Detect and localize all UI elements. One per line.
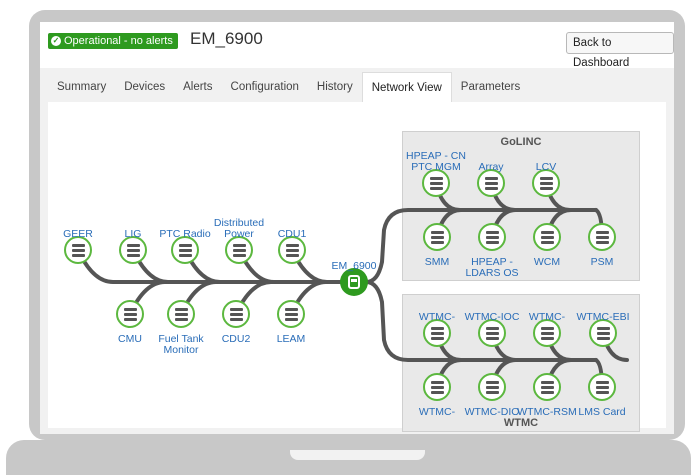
device-label-cdu1[interactable]: CDU1 [278,229,307,240]
server-icon [174,307,188,321]
server-icon [430,380,444,394]
device-label-wtmc-ioc[interactable]: WTMC-IOC [465,312,520,323]
device-label-wcm[interactable]: WCM [534,257,560,268]
server-icon [485,326,499,340]
device-label-lms-card[interactable]: LMS Card [578,407,625,418]
server-icon [485,380,499,394]
server-icon [484,176,498,190]
tab-parameters[interactable]: Parameters [452,72,529,102]
device-node-cdu2[interactable] [222,300,250,328]
device-node-psm[interactable] [588,223,616,251]
network-view-panel: GoLINC WTMC GEER LIG PTC Radio Distribut… [48,102,666,432]
device-label-fuel-tank-monitor[interactable]: Fuel Tank Monitor [151,334,211,356]
device-label-array[interactable]: Array [478,162,503,173]
device-node-array[interactable] [477,169,505,197]
device-label-hpeap-cn[interactable]: HPEAP - CN PTC MGM [406,151,466,173]
page-header: ✓ Operational - no alerts EM_6900 Back t… [40,22,674,69]
device-label-geer[interactable]: GEER [63,229,93,240]
tab-alerts[interactable]: Alerts [174,72,221,102]
device-node-wtmc-dio[interactable] [478,373,506,401]
device-label-wtmc-2[interactable]: WTMC- [529,312,565,323]
device-node-wtmc-rsm[interactable] [533,373,561,401]
tab-bar: Summary Devices Alerts Configuration His… [48,72,529,103]
device-label-lig[interactable]: LIG [125,229,142,240]
device-node-wtmc-2[interactable] [533,319,561,347]
server-icon [430,326,444,340]
device-node-wtmc-3[interactable] [423,373,451,401]
device-node-smm[interactable] [423,223,451,251]
device-node-lcv[interactable] [532,169,560,197]
device-node-wtmc-ebi[interactable] [589,319,617,347]
server-icon [595,380,609,394]
device-node-cmu[interactable] [116,300,144,328]
device-label-psm[interactable]: PSM [591,257,614,268]
back-to-dashboard-button[interactable]: Back to Dashboard [566,32,674,69]
server-icon [539,176,553,190]
hub-node-em-6900[interactable] [340,268,368,296]
tabs-area: Summary Devices Alerts Configuration His… [40,68,674,434]
locomotive-icon [348,275,360,289]
device-label-wtmc-1[interactable]: WTMC- [419,312,455,323]
device-node-lms-card[interactable] [588,373,616,401]
app-window: ✓ Operational - no alerts EM_6900 Back t… [40,22,674,434]
device-label-wtmc-dio[interactable]: WTMC-DIO [465,407,520,418]
device-node-ptc-radio[interactable] [171,236,199,264]
server-icon [429,176,443,190]
tab-devices[interactable]: Devices [115,72,174,102]
device-label-smm[interactable]: SMM [425,257,450,268]
device-node-leam[interactable] [277,300,305,328]
device-node-hpeap-cn[interactable] [422,169,450,197]
server-icon [123,307,137,321]
status-text: Operational - no alerts [64,35,173,47]
server-icon [71,243,85,257]
server-icon [178,243,192,257]
device-label-hpeap-ldars[interactable]: HPEAP - LDARS OS [462,257,522,277]
tab-history[interactable]: History [308,72,362,102]
server-icon [284,307,298,321]
device-node-wtmc-ioc[interactable] [478,319,506,347]
server-icon [540,326,554,340]
device-node-fuel-tank-monitor[interactable] [167,300,195,328]
server-icon [232,243,246,257]
device-label-ptc-radio[interactable]: PTC Radio [159,229,210,240]
check-circle-icon: ✓ [51,36,61,46]
device-node-cdu1[interactable] [278,236,306,264]
server-icon [126,243,140,257]
device-label-lcv[interactable]: LCV [536,162,556,173]
device-node-lig[interactable] [119,236,147,264]
device-node-wcm[interactable] [533,223,561,251]
device-label-leam[interactable]: LEAM [277,334,306,345]
device-node-distributed-power[interactable] [225,236,253,264]
device-label-cdu2[interactable]: CDU2 [222,334,251,345]
tab-configuration[interactable]: Configuration [222,72,308,102]
status-badge: ✓ Operational - no alerts [48,33,178,49]
device-label-wtmc-rsm[interactable]: WTMC-RSM [517,407,576,418]
server-icon [540,380,554,394]
page-title: EM_6900 [190,29,263,48]
device-node-hpeap-ldars[interactable] [478,223,506,251]
server-icon [540,230,554,244]
device-label-cmu[interactable]: CMU [118,334,142,345]
server-icon [285,243,299,257]
device-node-geer[interactable] [64,236,92,264]
server-icon [485,230,499,244]
tab-summary[interactable]: Summary [48,72,115,102]
laptop-notch [290,450,425,460]
device-label-distributed-power[interactable]: Distributed Power [209,218,269,240]
device-node-wtmc-1[interactable] [423,319,451,347]
server-icon [430,230,444,244]
server-icon [596,326,610,340]
hub-label[interactable]: EM_6900 [332,261,377,272]
device-label-wtmc-3[interactable]: WTMC- [419,407,455,418]
server-icon [595,230,609,244]
tab-network-view[interactable]: Network View [361,72,452,103]
server-icon [229,307,243,321]
device-label-wtmc-ebi[interactable]: WTMC-EBI [576,312,629,323]
